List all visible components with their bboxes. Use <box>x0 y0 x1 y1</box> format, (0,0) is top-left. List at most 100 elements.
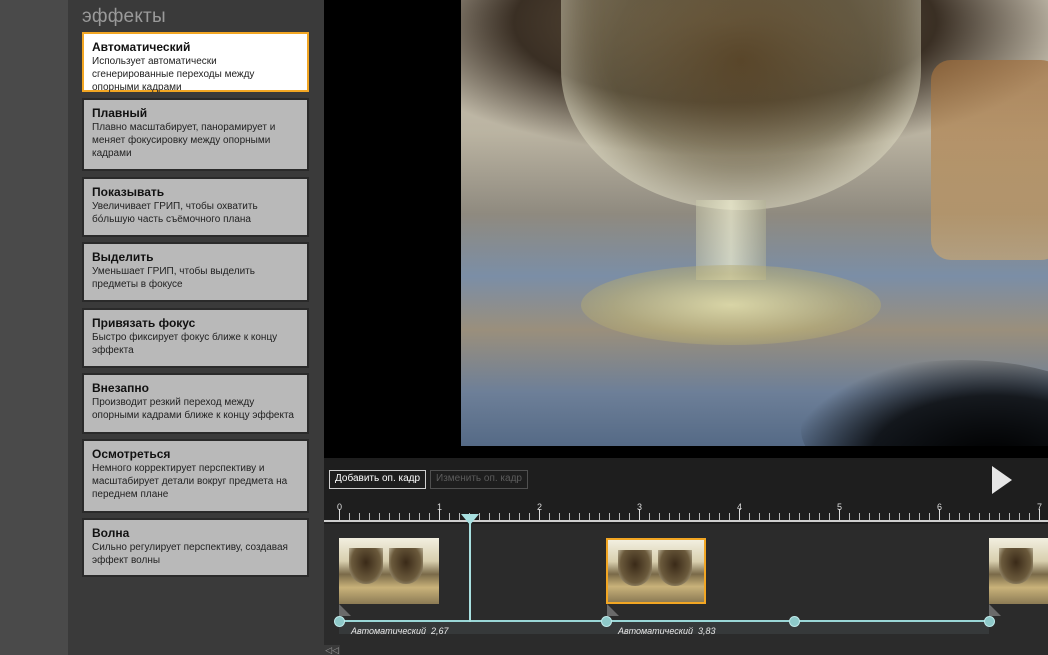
ruler-minor-tick <box>889 513 890 520</box>
thumbnail-glass <box>389 548 423 584</box>
effect-card-look-around[interactable]: Осмотреться Немного корректирует перспек… <box>82 439 309 513</box>
ruler-minor-tick <box>1029 513 1030 520</box>
keyframe-dot[interactable] <box>334 616 345 627</box>
panel-title: эффекты <box>82 6 166 27</box>
effect-card-desc: Уменьшает ГРИП, чтобы выделить предметы … <box>92 266 255 290</box>
ruler-minor-tick <box>789 513 790 520</box>
ruler-minor-tick <box>999 513 1000 520</box>
ruler-minor-tick <box>499 513 500 520</box>
ruler-minor-tick <box>929 513 930 520</box>
ruler-minor-tick <box>859 513 860 520</box>
effect-card-snap-focus[interactable]: Привязать фокус Быстро фиксирует фокус б… <box>82 308 309 368</box>
ruler-minor-tick <box>449 513 450 520</box>
ruler-minor-tick <box>909 513 910 520</box>
effect-card-title: Внезапно <box>92 381 149 395</box>
ruler-minor-tick <box>399 513 400 520</box>
effects-panel: эффекты Автоматический Использует автома… <box>68 0 324 655</box>
ruler-tick-label: 0 <box>337 502 343 512</box>
ruler-tick-label: 6 <box>937 502 943 512</box>
ruler-minor-tick <box>579 513 580 520</box>
ruler-minor-tick <box>429 513 430 520</box>
keyframe-path <box>339 620 989 622</box>
keyframe-marker-icon <box>339 604 351 616</box>
keyframe-dot[interactable] <box>601 616 612 627</box>
ruler-minor-tick <box>549 513 550 520</box>
keyframe-effect: Автоматический <box>351 626 427 636</box>
thumbnail-glass <box>618 550 652 586</box>
ruler-minor-tick <box>709 513 710 520</box>
keyframe-thumbnail-selected[interactable] <box>606 538 706 604</box>
ruler-minor-tick <box>689 513 690 520</box>
ruler-minor-tick <box>949 513 950 520</box>
keyframe-dot[interactable] <box>984 616 995 627</box>
ruler-minor-tick <box>569 513 570 520</box>
ruler-minor-tick <box>729 513 730 520</box>
effect-card-desc: Немного корректирует перспективу и масшт… <box>92 463 288 500</box>
ruler-minor-tick <box>809 513 810 520</box>
ruler-baseline <box>324 520 1048 522</box>
effect-card-desc: Сильно регулирует перспективу, создавая … <box>92 542 288 566</box>
add-keyframe-button[interactable]: Добавить оп. кадр <box>329 470 427 489</box>
keyframe-thumbnail[interactable] <box>339 538 439 604</box>
effect-card-desc: Быстро фиксирует фокус ближе к концу эфф… <box>92 332 278 356</box>
effect-card-title: Автоматический <box>92 40 191 54</box>
timeline-track[interactable]: Автоматический 2,67 Автоматический 3,83 <box>324 524 1048 655</box>
ruler-tick-label: 4 <box>737 502 743 512</box>
ruler-minor-tick <box>419 513 420 520</box>
effect-card-desc: Производит резкий переход между опорными… <box>92 397 294 421</box>
ruler-minor-tick <box>519 513 520 520</box>
playhead-line[interactable] <box>469 514 471 622</box>
ruler-minor-tick <box>959 513 960 520</box>
ruler-minor-tick <box>679 513 680 520</box>
keyframe-marker-icon <box>989 604 1001 616</box>
effect-card-automatic[interactable]: Автоматический Использует автоматически … <box>82 32 309 93</box>
ruler-minor-tick <box>969 513 970 520</box>
preview-image[interactable] <box>461 0 1048 446</box>
ruler-tick-label: 1 <box>437 502 443 512</box>
ruler-minor-tick <box>899 513 900 520</box>
effect-card-desc: Увеличивает ГРИП, чтобы охватить бо́льшу… <box>92 201 258 225</box>
ruler-minor-tick <box>489 513 490 520</box>
ruler-minor-tick <box>609 513 610 520</box>
effect-card-show[interactable]: Показывать Увеличивает ГРИП, чтобы охват… <box>82 177 309 237</box>
ruler-minor-tick <box>529 513 530 520</box>
ruler-minor-tick <box>759 513 760 520</box>
edit-keyframe-button[interactable]: Изменить оп. кадр <box>430 470 528 489</box>
effect-card-highlight[interactable]: Выделить Уменьшает ГРИП, чтобы выделить … <box>82 242 309 302</box>
ruler-minor-tick <box>359 513 360 520</box>
ruler-minor-tick <box>669 513 670 520</box>
ruler-minor-tick <box>849 513 850 520</box>
ruler-minor-tick <box>799 513 800 520</box>
play-icon[interactable] <box>992 466 1012 494</box>
collapse-icon[interactable]: ◁◁ <box>324 645 340 655</box>
effect-card-smooth[interactable]: Плавный Плавно масштабирует, панорамируе… <box>82 98 309 171</box>
ruler-minor-tick <box>989 513 990 520</box>
keyframe-thumbnail[interactable] <box>989 538 1048 604</box>
ruler-minor-tick <box>389 513 390 520</box>
effect-card-title: Осмотреться <box>92 447 171 461</box>
ruler-minor-tick <box>829 513 830 520</box>
ruler-tick-label: 5 <box>837 502 843 512</box>
timeline-toolbar: Добавить оп. кадр Изменить оп. кадр <box>324 458 1048 498</box>
ruler-minor-tick <box>879 513 880 520</box>
playhead-dot[interactable] <box>789 616 800 627</box>
ruler-minor-tick <box>479 513 480 520</box>
ruler-minor-tick <box>869 513 870 520</box>
effect-card-wave[interactable]: Волна Сильно регулирует перспективу, соз… <box>82 518 309 577</box>
ruler-minor-tick <box>749 513 750 520</box>
ruler-minor-tick <box>1009 513 1010 520</box>
ruler-tick-label: 2 <box>537 502 543 512</box>
ruler-minor-tick <box>649 513 650 520</box>
left-strip <box>0 0 68 655</box>
effect-card-sudden[interactable]: Внезапно Производит резкий переход между… <box>82 373 309 434</box>
playhead-handle-icon[interactable] <box>461 514 479 525</box>
ruler-minor-tick <box>369 513 370 520</box>
ruler-minor-tick <box>379 513 380 520</box>
effect-card-title: Плавный <box>92 106 148 120</box>
ruler-minor-tick <box>409 513 410 520</box>
preview-background-object <box>931 60 1048 260</box>
keyframe-marker-icon <box>607 604 619 616</box>
timeline-ruler[interactable]: 0 1 2 3 4 5 6 7 <box>324 498 1048 524</box>
ruler-minor-tick <box>769 513 770 520</box>
thumbnail-glass <box>999 548 1033 584</box>
